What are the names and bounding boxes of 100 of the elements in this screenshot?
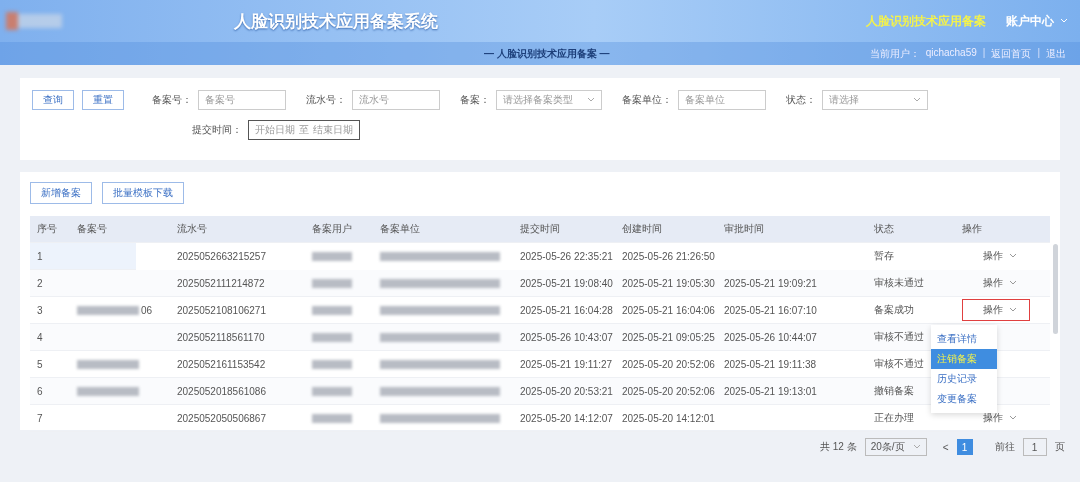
status-text: 正在办理 bbox=[874, 411, 914, 425]
table-cell-text: 2025052018561086 bbox=[176, 385, 267, 397]
filter-button[interactable]: 查询 bbox=[32, 90, 74, 110]
user-label: 当前用户： bbox=[869, 46, 920, 61]
redacted-bar bbox=[312, 359, 352, 369]
subtitle: — 人脸识别技术应用备案 — bbox=[484, 46, 610, 61]
field-label: 备案： bbox=[460, 93, 490, 107]
page-input[interactable]: 1 bbox=[1022, 438, 1047, 456]
caret-icon bbox=[912, 444, 921, 450]
table-cell: 2025-05-21 16:07:10 bbox=[724, 304, 817, 316]
table-cell: 2025-05-26 10:44:07 bbox=[724, 331, 817, 343]
field-label: 备案号： bbox=[152, 93, 192, 107]
redacted-bar bbox=[312, 251, 352, 261]
table-cell: 2025-05-21 19:09:21 bbox=[724, 277, 817, 289]
goto-label: 前往 bbox=[994, 440, 1015, 454]
table-cell-text: 2025052050506867 bbox=[176, 412, 267, 424]
caret-icon bbox=[587, 97, 595, 103]
table-cell-text: 2025052118561170 bbox=[176, 331, 266, 343]
table-cell-text: 3 bbox=[36, 304, 44, 316]
table-cell-text: 6 bbox=[36, 385, 44, 397]
page-button[interactable]: 1 bbox=[956, 439, 973, 455]
toolbar-button[interactable]: 批量模板下载 bbox=[102, 182, 184, 204]
table-cell: 2025-05-21 19:13:01 bbox=[724, 385, 817, 397]
status-text: 审核不通过 bbox=[874, 330, 924, 344]
action-dropdown[interactable]: 操作 bbox=[962, 245, 1030, 267]
table-cell-text: 2025-05-20 20:52:06 bbox=[621, 385, 716, 397]
table-cell-text: 2025-05-26 22:35:21 bbox=[519, 250, 614, 262]
table-cell-text: 2025-05-21 09:05:25 bbox=[621, 331, 716, 343]
table-cell: 06 bbox=[141, 304, 153, 316]
redacted-bar bbox=[312, 413, 352, 423]
table-row[interactable]: 2 2025052111214872 2025-05-21 19:08:40 2025-05-21 19:05:30 2025-05-21 19:09:21 审核未通过 操作 bbox=[30, 270, 1050, 297]
user-name: qichacha59 bbox=[925, 46, 977, 60]
column-header: 创建时间 bbox=[621, 222, 663, 236]
toolbar-button[interactable]: 新增备案 bbox=[30, 182, 92, 204]
column-header: 流水号 bbox=[176, 222, 208, 236]
column-header: 备案号 bbox=[76, 222, 108, 236]
system-title: 人脸识别技术应用备案系统 bbox=[234, 10, 438, 33]
table-cell-text: 2025052108106271 bbox=[176, 304, 267, 316]
table-cell-text: 2 bbox=[36, 277, 44, 289]
column-header: 操作 bbox=[961, 222, 983, 236]
column-header: 提交时间 bbox=[519, 222, 561, 236]
column-header: 序号 bbox=[36, 222, 58, 236]
menu-item[interactable]: 查看详情 bbox=[931, 329, 997, 349]
table-cell-text: 5 bbox=[36, 358, 44, 370]
table-cell-text: 2025052663215257 bbox=[176, 250, 267, 262]
table-cell-text: 2025-05-21 19:05:30 bbox=[621, 277, 716, 289]
filter-field[interactable]: 请选择 bbox=[822, 90, 928, 110]
table-cell-text: 2025-05-21 16:04:06 bbox=[621, 304, 716, 316]
filter-button[interactable]: 重置 bbox=[82, 90, 124, 110]
redacted-bar bbox=[312, 305, 352, 315]
caret-icon bbox=[1009, 307, 1017, 313]
column-header: 备案用户 bbox=[311, 222, 353, 236]
total-count: 共 12 条 bbox=[820, 440, 857, 454]
status-text: 撤销备案 bbox=[874, 384, 914, 398]
column-header: 审批时间 bbox=[723, 222, 765, 236]
caret-icon bbox=[1009, 280, 1017, 286]
redacted-bar bbox=[312, 386, 352, 396]
table-cell-text: 2025-05-20 14:12:07 bbox=[519, 412, 614, 424]
table-cell-text: 2025052111214872 bbox=[176, 277, 266, 289]
separator: | bbox=[982, 46, 986, 60]
status-text: 审核未通过 bbox=[874, 276, 924, 290]
status-text: 备案成功 bbox=[874, 303, 914, 317]
page-unit: 页 bbox=[1054, 440, 1065, 454]
column-header: 状态 bbox=[873, 222, 895, 236]
status-text: 暂存 bbox=[874, 249, 894, 263]
action-dropdown[interactable]: 操作 bbox=[962, 272, 1030, 294]
date-range-field[interactable]: 开始日期 至 结束日期 bbox=[248, 120, 360, 140]
table-cell-text: 2025-05-20 20:53:21 bbox=[519, 385, 614, 397]
filter-field[interactable]: 流水号 bbox=[352, 90, 440, 110]
caret-icon bbox=[913, 97, 921, 103]
table-cell-text: 2025-05-26 10:43:07 bbox=[519, 331, 614, 343]
page-size-select[interactable]: 20条/页 bbox=[864, 438, 927, 456]
table-cell-text: 4 bbox=[36, 331, 44, 343]
caret-icon bbox=[1060, 18, 1068, 24]
action-dropdown[interactable]: 操作 bbox=[962, 299, 1030, 321]
field-label: 备案单位： bbox=[622, 93, 672, 107]
table-row[interactable]: 7 2025052050506867 2025-05-20 14:12:07 2025-05-20 14:12:01 正在办理 操作 bbox=[30, 405, 1050, 432]
redacted-bar bbox=[312, 332, 352, 342]
table-cell-text: 2025052161153542 bbox=[176, 358, 267, 370]
column-header: 备案单位 bbox=[379, 222, 421, 236]
filter-field[interactable]: 备案号 bbox=[198, 90, 286, 110]
field-label: 提交时间： bbox=[192, 123, 242, 137]
redacted-bar bbox=[312, 278, 352, 288]
field-label: 流水号： bbox=[306, 93, 346, 107]
scrollbar[interactable] bbox=[1053, 244, 1058, 334]
table-cell-text: 2025-05-21 19:08:40 bbox=[519, 277, 614, 289]
table-cell-text: 1 bbox=[36, 250, 44, 262]
table-cell-text: 2025-05-26 21:26:50 bbox=[621, 250, 716, 262]
status-text: 审核不通过 bbox=[874, 357, 924, 371]
table-cell: 2025-05-21 19:11:38 bbox=[724, 358, 817, 370]
table-cell-text: 7 bbox=[36, 412, 44, 424]
caret-icon bbox=[1009, 415, 1017, 421]
table-cell-text: 2025-05-21 19:11:27 bbox=[519, 358, 614, 370]
prev-page-button[interactable]: < bbox=[942, 441, 949, 453]
filter-field[interactable]: 备案单位 bbox=[678, 90, 766, 110]
caret-icon bbox=[1009, 253, 1017, 259]
filter-field[interactable]: 请选择备案类型 bbox=[496, 90, 602, 110]
menu-item[interactable]: 注销备案 bbox=[931, 349, 997, 369]
table-cell-text: 2025-05-21 16:04:28 bbox=[519, 304, 614, 316]
table-cell-text: 2025-05-20 14:12:01 bbox=[621, 412, 716, 424]
